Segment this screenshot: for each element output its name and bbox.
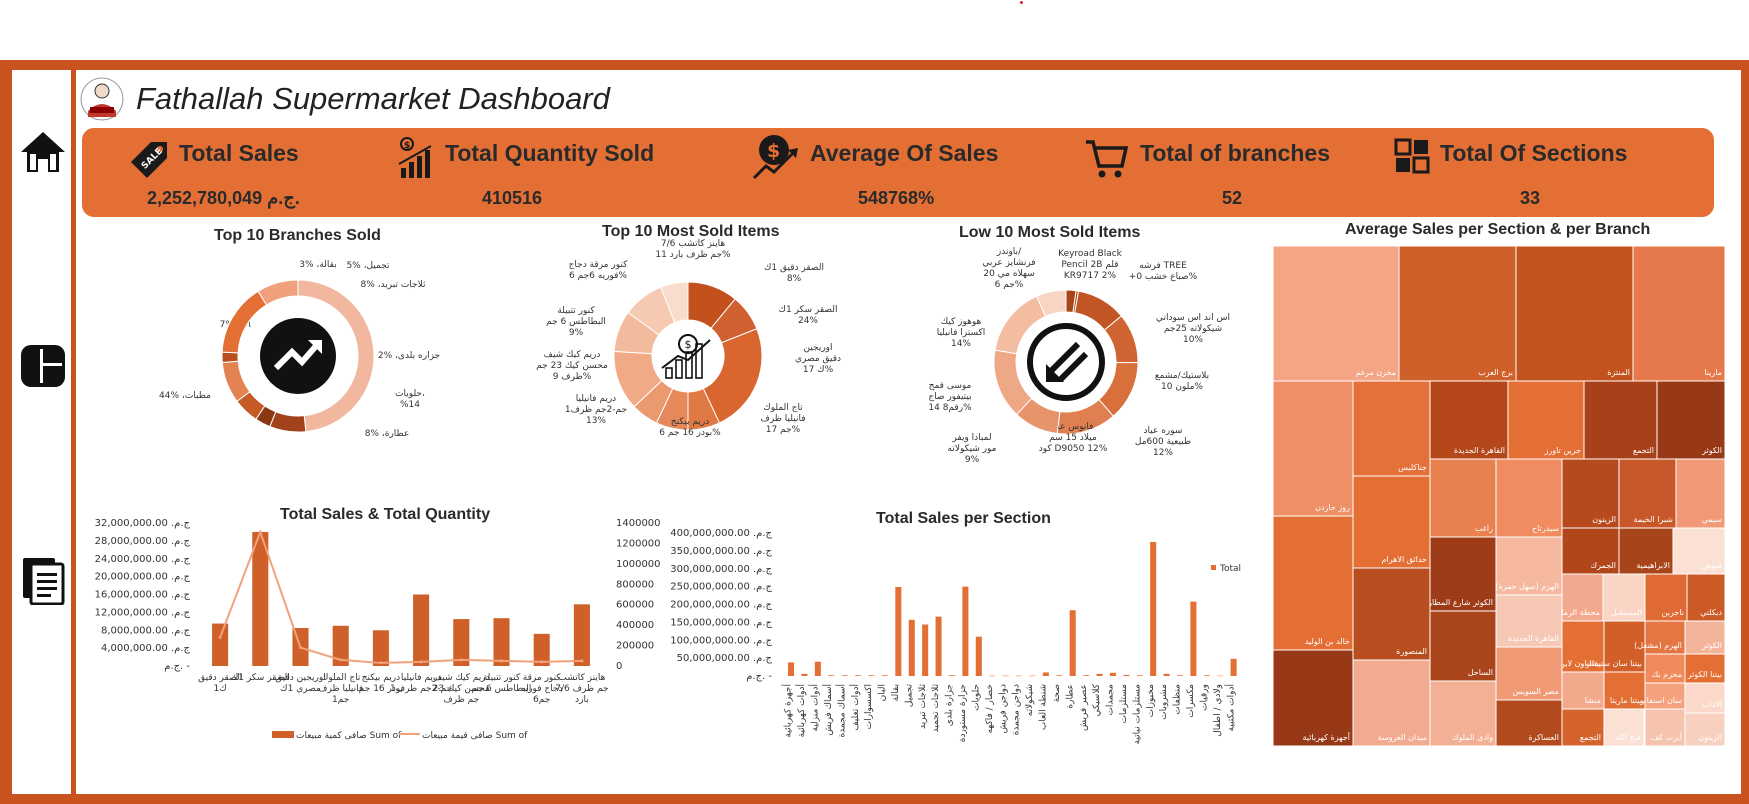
supermarket-logo [80,77,124,121]
kpi-total-sales-label: Total Sales [179,140,299,166]
kpi-avg-sales: $ Average Of Sales 548768% [752,128,1012,217]
kpi-total-qty: $ Total Quantity Sold 410516 [397,128,657,217]
kpi-branches-label: Total of branches [1140,140,1330,166]
kpi-total-qty-value: 410516 [482,188,543,208]
bar-growth-icon: $ [398,137,432,178]
grid-icon [1394,138,1430,174]
kpi-band: SALE Total Sales 2,252,780,049 ج.م. $ To… [82,128,1714,217]
kpi-avg-sales-label: Average Of Sales [810,140,999,166]
kpi-branches: Total of branches 52 [1084,128,1344,217]
dashboard-title: Fathallah Supermarket Dashboard [136,81,610,116]
svg-text:$: $ [404,141,410,151]
cart-icon [1086,140,1128,178]
chart-title-top-items: Top 10 Most Sold Items [602,223,780,240]
documents-icon[interactable] [18,555,68,605]
chart-title-treemap: Average Sales per Section & per Branch [1345,221,1651,238]
chart-title-branches: Top 10 Branches Sold [214,227,381,244]
kpi-total-sales-value: 2,252,780,049 ج.م. [147,188,300,208]
kpi-sections-value: 33 [1520,188,1541,208]
home-icon[interactable] [18,128,68,178]
red-dot [1020,1,1023,4]
chart-title-combo: Total Sales & Total Quantity [280,506,491,523]
sale-tag-icon: SALE [131,142,167,178]
dashboard-icon[interactable] [18,341,68,391]
kpi-total-qty-label: Total Quantity Sold [445,140,655,166]
kpi-sections-label: Total Of Sections [1440,140,1628,166]
dollar-growth-icon: $ [752,135,798,180]
kpi-total-sales: SALE Total Sales 2,252,780,049 ج.م. [127,128,377,217]
title-row: Fathallah Supermarket Dashboard [80,74,610,124]
kpi-branches-value: 52 [1222,188,1243,208]
chart-title-sections: Total Sales per Section [876,510,1051,527]
kpi-avg-sales-value: 548768% [858,188,935,208]
svg-text:$: $ [767,140,780,162]
chart-title-low-items: Low 10 Most Sold Items [959,224,1141,241]
kpi-sections: Total Of Sections 33 [1394,128,1654,217]
left-navigation [12,70,71,794]
